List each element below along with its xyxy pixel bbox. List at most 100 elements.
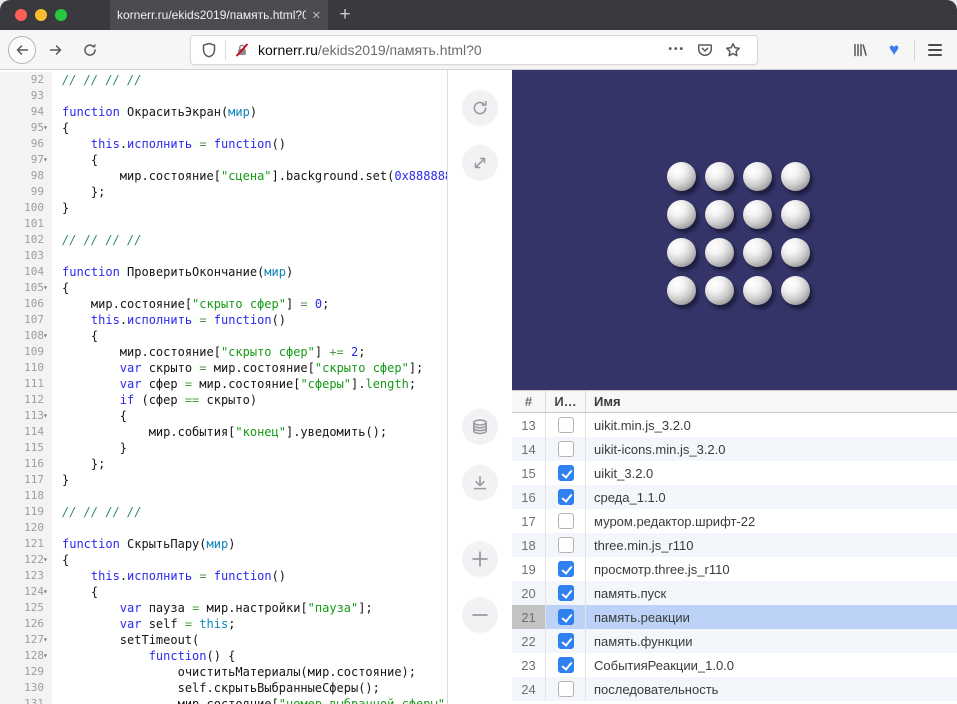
row-number: 18 <box>512 533 546 557</box>
table-row[interactable]: 13 uikit.min.js_3.2.0 <box>512 413 957 437</box>
3d-viewport[interactable] <box>512 70 957 390</box>
fold-arrow-icon[interactable]: ▾ <box>43 632 55 648</box>
pocket-button[interactable] <box>691 42 719 58</box>
browser-tab[interactable]: kornerr.ru/ekids2019/память.html?0 ✕ <box>110 0 328 30</box>
sphere[interactable] <box>781 200 810 229</box>
download-button[interactable] <box>462 465 498 501</box>
fold-arrow-icon[interactable]: ▾ <box>43 152 55 168</box>
sphere[interactable] <box>667 276 696 305</box>
code-text: } <box>52 440 127 456</box>
row-checkbox[interactable] <box>558 609 574 625</box>
bookmark-star-button[interactable] <box>719 42 747 58</box>
minimize-window-button[interactable] <box>35 9 47 21</box>
sphere[interactable] <box>743 238 772 267</box>
sphere[interactable] <box>743 162 772 191</box>
code-text: this.исполнить = function() <box>52 312 286 328</box>
row-name: просмотр.three.js_r110 <box>586 557 957 581</box>
row-checkbox[interactable] <box>558 537 574 553</box>
fold-arrow-icon[interactable]: ▾ <box>43 552 55 568</box>
line-gutter: 129 <box>0 664 52 680</box>
fold-arrow-icon[interactable]: ▾ <box>43 584 55 600</box>
back-button[interactable] <box>8 36 36 64</box>
sphere[interactable] <box>781 238 810 267</box>
code-editor[interactable]: 92 // // // // 93 94 function ОкраситьЭк… <box>0 70 448 704</box>
table-row[interactable]: 15 uikit_3.2.0 <box>512 461 957 485</box>
row-checkbox[interactable] <box>558 633 574 649</box>
row-checkbox[interactable] <box>558 561 574 577</box>
remove-button[interactable] <box>462 597 498 633</box>
fold-arrow-icon[interactable]: ▾ <box>43 408 55 424</box>
line-number: 125 <box>24 601 44 614</box>
row-checkbox[interactable] <box>558 657 574 673</box>
table-row[interactable]: 24 последовательность <box>512 677 957 701</box>
table-row[interactable]: 20 память.пуск <box>512 581 957 605</box>
row-number: 13 <box>512 413 546 437</box>
table-row[interactable]: 23 СобытияРеакции_1.0.0 <box>512 653 957 677</box>
library-button[interactable] <box>846 36 874 64</box>
zoom-window-button[interactable] <box>55 9 67 21</box>
sphere[interactable] <box>781 276 810 305</box>
extension-button[interactable]: ♥ <box>880 36 908 64</box>
fold-arrow-icon[interactable]: ▾ <box>43 648 55 664</box>
sphere[interactable] <box>667 238 696 267</box>
row-name: память.пуск <box>586 581 957 605</box>
table-row[interactable]: 17 муром.редактор.шрифт-22 <box>512 509 957 533</box>
row-checkbox[interactable] <box>558 681 574 697</box>
code-text: function() { <box>52 648 235 664</box>
line-number: 121 <box>24 537 44 550</box>
line-gutter: 127▾ <box>0 632 52 648</box>
sphere[interactable] <box>705 276 734 305</box>
fold-arrow-icon[interactable]: ▾ <box>43 280 55 296</box>
table-row[interactable]: 16 среда_1.1.0 <box>512 485 957 509</box>
url-text[interactable]: kornerr.ru/ekids2019/память.html?0 <box>258 42 662 58</box>
code-line: 114 мир.события["конец"].уведомить(); <box>0 424 447 440</box>
sphere-grid <box>663 158 815 310</box>
sphere[interactable] <box>667 200 696 229</box>
new-tab-button[interactable]: + <box>328 0 362 30</box>
url-bar[interactable]: kornerr.ru/ekids2019/память.html?0 ••• <box>190 35 758 65</box>
table-row[interactable]: 21 память.реакции <box>512 605 957 629</box>
sphere[interactable] <box>743 276 772 305</box>
line-number: 103 <box>24 249 44 262</box>
sphere[interactable] <box>705 200 734 229</box>
sphere[interactable] <box>743 200 772 229</box>
page-actions-icon[interactable]: ••• <box>662 44 691 55</box>
row-checkbox[interactable] <box>558 441 574 457</box>
forward-button[interactable] <box>42 36 70 64</box>
table-row[interactable]: 19 просмотр.three.js_r110 <box>512 557 957 581</box>
row-checkbox[interactable] <box>558 585 574 601</box>
line-number: 123 <box>24 569 44 582</box>
reload-button[interactable] <box>76 36 104 64</box>
insecure-lock-icon[interactable] <box>234 42 250 58</box>
sphere[interactable] <box>705 162 734 191</box>
preview-pane: # И… Имя 13 uikit.min.js_3.2.0 14 uikit-… <box>512 70 957 704</box>
tracking-shield-icon[interactable] <box>201 42 217 58</box>
refresh-button[interactable] <box>462 90 498 126</box>
code-text: var скрыто = мир.состояние["скрыто сфер"… <box>52 360 423 376</box>
fullscreen-button[interactable] <box>462 145 498 181</box>
table-row[interactable]: 14 uikit-icons.min.js_3.2.0 <box>512 437 957 461</box>
table-row[interactable]: 22 память.функции <box>512 629 957 653</box>
tab-close-icon[interactable]: ✕ <box>306 9 321 22</box>
table-row[interactable]: 18 three.min.js_r110 <box>512 533 957 557</box>
database-button[interactable] <box>462 409 498 445</box>
menu-button[interactable] <box>921 36 949 64</box>
row-checkbox[interactable] <box>558 489 574 505</box>
add-button[interactable] <box>462 541 498 577</box>
code-text: { <box>52 584 98 600</box>
line-number: 97 <box>31 153 44 166</box>
fold-arrow-icon[interactable]: ▾ <box>43 328 55 344</box>
fold-arrow-icon[interactable]: ▾ <box>43 120 55 136</box>
row-checkbox[interactable] <box>558 465 574 481</box>
line-number: 96 <box>31 137 44 150</box>
sphere[interactable] <box>667 162 696 191</box>
sphere[interactable] <box>705 238 734 267</box>
row-name: uikit_3.2.0 <box>586 461 957 485</box>
row-checkbox[interactable] <box>558 513 574 529</box>
sphere[interactable] <box>781 162 810 191</box>
line-number: 120 <box>24 521 44 534</box>
row-checkbox[interactable] <box>558 417 574 433</box>
tab-bar: kornerr.ru/ekids2019/память.html?0 ✕ + <box>0 0 957 30</box>
line-gutter: 115 <box>0 440 52 456</box>
close-window-button[interactable] <box>15 9 27 21</box>
